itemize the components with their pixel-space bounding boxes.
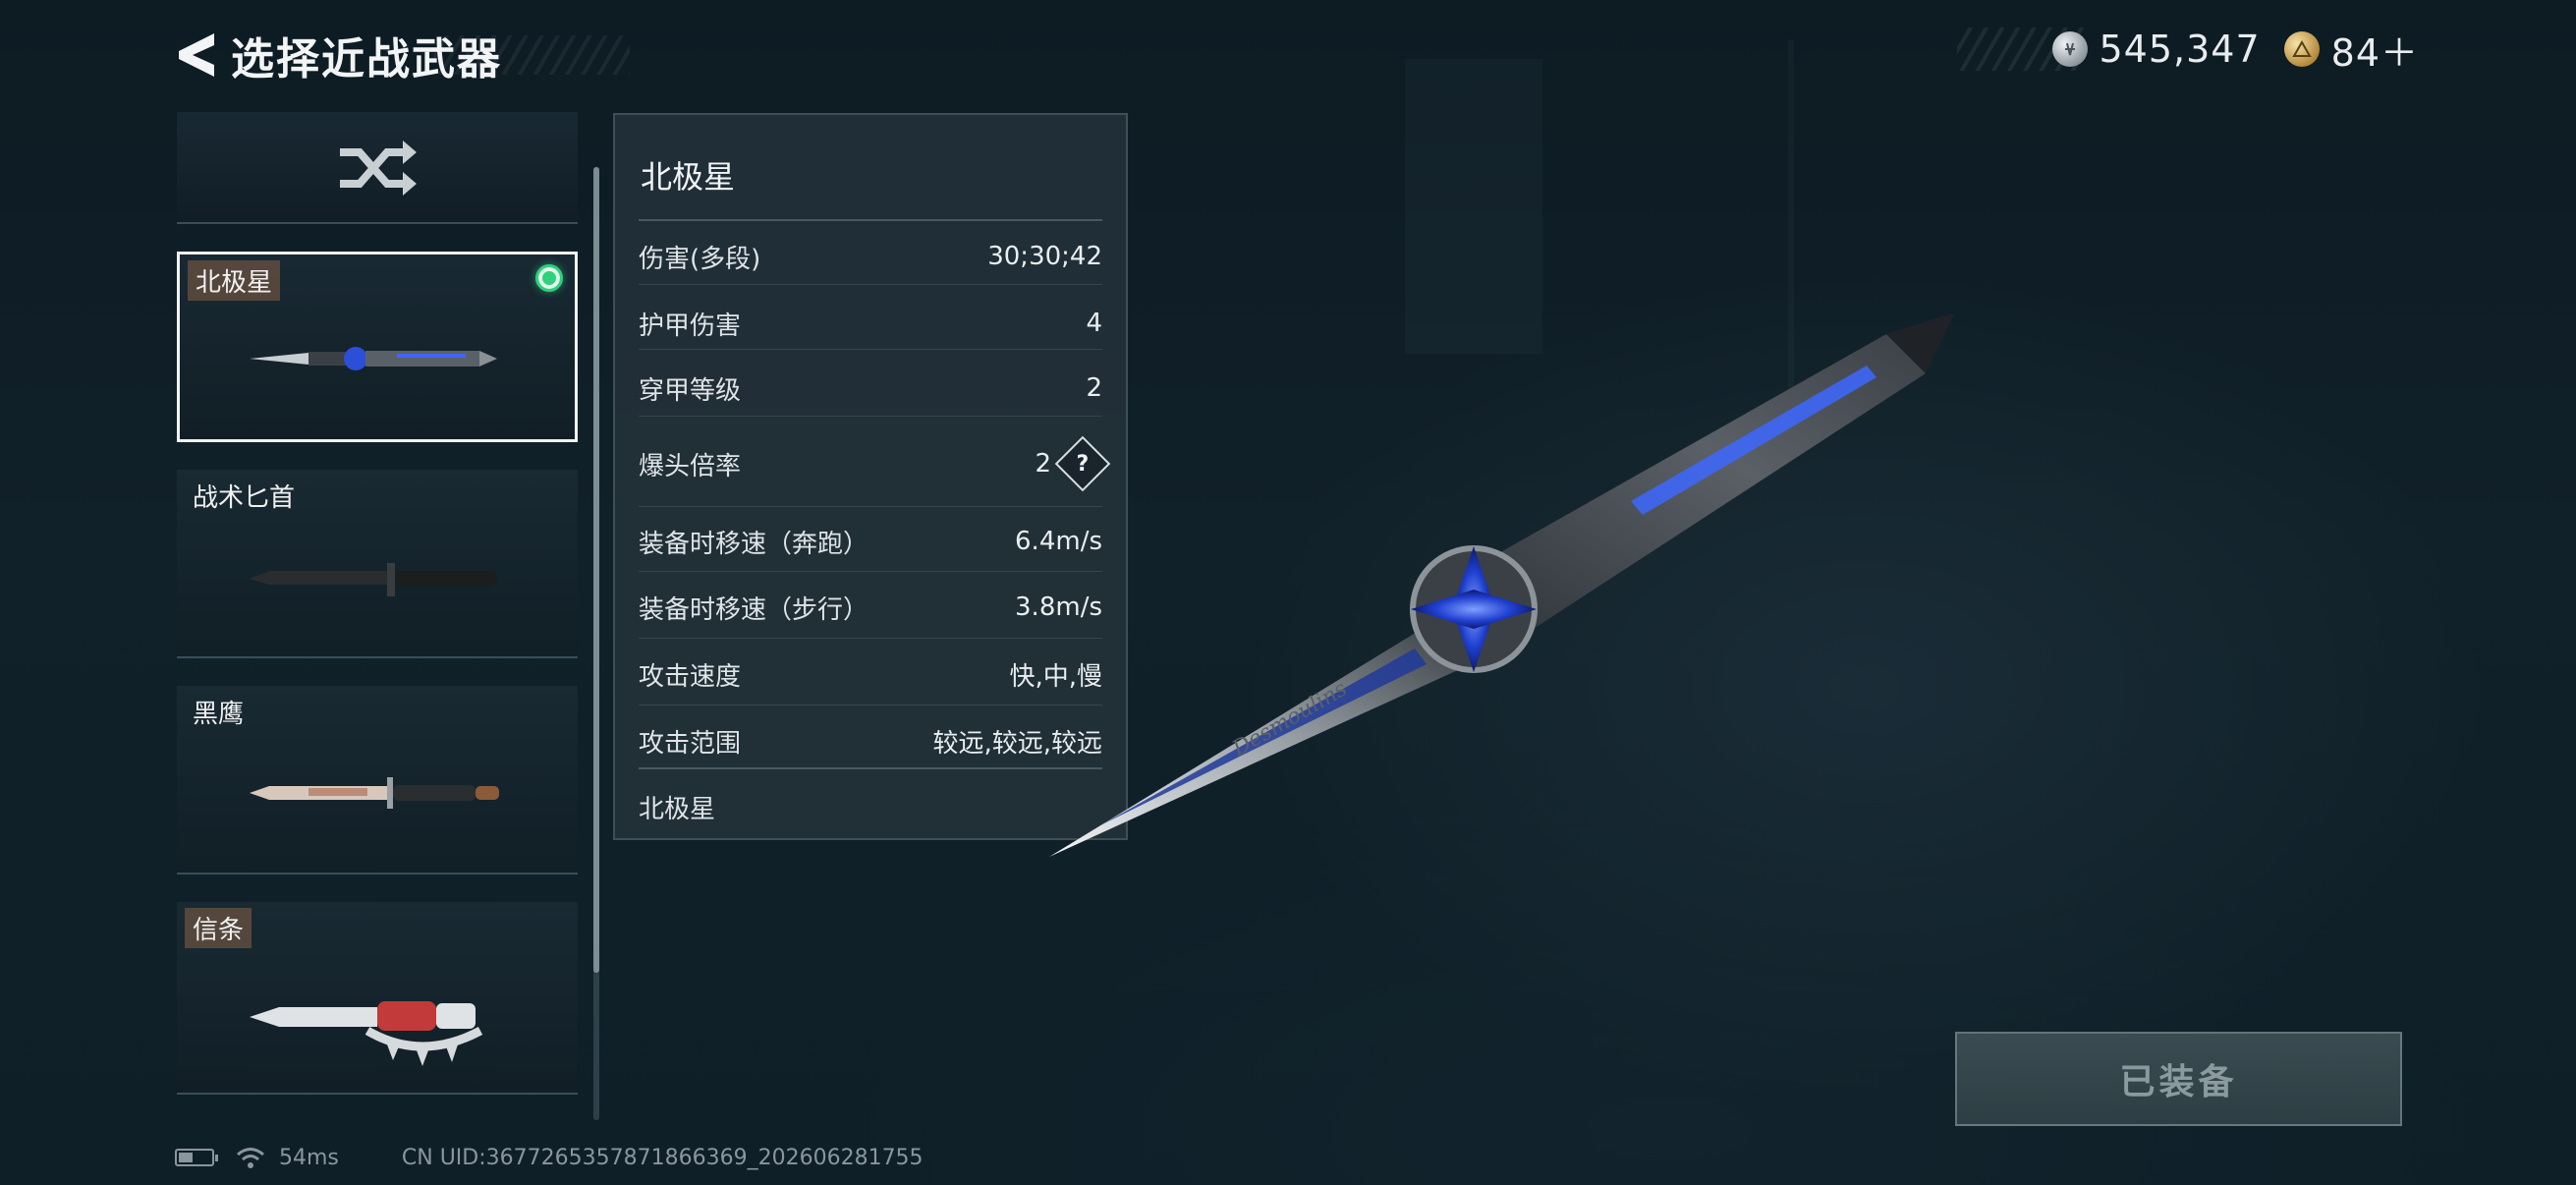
wifi-icon — [237, 1148, 264, 1168]
title-plate: 选择近战武器 — [231, 27, 630, 85]
stat-label: 伤害(多段) — [639, 244, 761, 274]
weapon-list[interactable]: 北极星 战术匕首 黑鹰 信条 — [177, 112, 580, 1095]
stats-title: 北极星 — [641, 158, 736, 196]
stat-label: 攻击速度 — [639, 661, 742, 692]
stat-row: 攻击范围 较远,较远,较远 — [639, 710, 1102, 771]
dagger-preview: Desmoulins — [1049, 314, 1955, 857]
divider — [639, 767, 1102, 769]
silver-coin-icon — [2051, 31, 2088, 67]
stat-row: 装备时移速（步行） 3.8m/s — [639, 577, 1102, 638]
equipped-indicator — [535, 264, 563, 292]
row-divider — [639, 571, 1102, 572]
equipped-button[interactable]: 已装备 — [1955, 1032, 2402, 1126]
weapon-name: 信条 — [185, 908, 252, 948]
background-streak — [1405, 59, 1542, 354]
dagger-guard — [1410, 545, 1538, 673]
weapon-name: 北极星 — [188, 260, 281, 301]
stat-label: 攻击范围 — [639, 728, 742, 759]
stat-label: 护甲伤害 — [639, 310, 742, 341]
status-bar: 54ms CN UID:3677265357871866369_20260628… — [175, 1140, 924, 1175]
stat-label: 装备时移速（步行） — [639, 594, 869, 625]
weapon-name: 黑鹰 — [193, 700, 245, 729]
gold-coin-icon — [2283, 31, 2320, 67]
stats-footer: 北极星 — [639, 779, 1102, 834]
weapon-card-tactical-knife[interactable]: 战术匕首 — [177, 470, 578, 658]
silver-currency: 545,347 — [2051, 28, 2261, 71]
dagger-thumbnail — [250, 347, 497, 370]
random-weapon-card[interactable] — [177, 112, 578, 224]
scrollbar-thumb[interactable] — [593, 167, 599, 973]
weapon-footer-name: 北极星 — [639, 794, 716, 824]
user-uid: CN UID:3677265357871866369_202606281755 — [401, 1145, 924, 1170]
divider — [639, 219, 1102, 221]
stat-label: 装备时移速（奔跑） — [639, 529, 869, 559]
knife-thumbnail — [250, 563, 497, 596]
battery-level — [179, 1153, 193, 1162]
weapon-card-xintiao[interactable]: 信条 — [177, 902, 578, 1095]
page-title: 选择近战武器 — [231, 34, 502, 85]
stat-value: 30;30;42 — [987, 242, 1102, 271]
battery-icon — [175, 1149, 218, 1166]
row-divider — [639, 506, 1102, 507]
row-divider — [639, 284, 1102, 285]
knife-thumbnail — [250, 777, 499, 809]
stat-row: 攻击速度 快,中,慢 — [639, 644, 1102, 705]
shuffle-icon — [340, 141, 417, 196]
weapon-name: 战术匕首 — [193, 483, 296, 513]
back-button[interactable] — [172, 26, 221, 85]
weapon-card-heiying[interactable]: 黑鹰 — [177, 686, 578, 875]
row-divider — [639, 349, 1102, 350]
stat-row: 穿甲等级 2 — [639, 363, 1102, 414]
knuckle-knife-thumbnail — [250, 1001, 483, 1066]
silver-amount: 545,347 — [2099, 28, 2261, 71]
stat-row: 爆头倍率 2 ? — [639, 429, 1111, 498]
weapon-card-beijixing[interactable]: 北极星 — [177, 252, 578, 442]
stat-label: 爆头倍率 — [639, 451, 742, 481]
gold-amount: 84＋ — [2330, 30, 2419, 75]
stat-row: 伤害(多段) 30;30;42 — [639, 231, 1102, 282]
currency-bar: 545,347 84＋ — [1957, 28, 2419, 75]
row-divider — [639, 416, 1102, 417]
stat-row: 装备时移速（奔跑） 6.4m/s — [639, 512, 1102, 571]
list-scrollbar[interactable] — [593, 167, 599, 1120]
gold-currency[interactable]: 84＋ — [2283, 23, 2419, 77]
header: 选择近战武器 — [172, 22, 630, 88]
ping-value: 54ms — [279, 1145, 339, 1170]
back-arrow-icon — [179, 33, 214, 77]
row-divider — [639, 638, 1102, 639]
stat-label: 穿甲等级 — [639, 375, 742, 406]
stat-row: 护甲伤害 4 — [639, 298, 1102, 349]
